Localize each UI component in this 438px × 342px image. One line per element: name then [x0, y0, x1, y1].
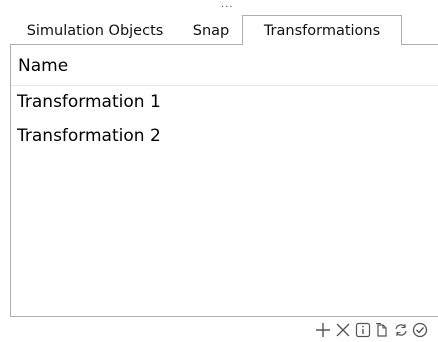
info-icon[interactable]	[354, 321, 372, 339]
list-item[interactable]: Transformation 2	[11, 121, 438, 151]
tab-simulation-objects[interactable]: Simulation Objects	[10, 19, 180, 44]
tab-transformations[interactable]: Transformations	[242, 15, 402, 45]
tab-bar: Simulation Objects Snap Transformations	[10, 15, 438, 45]
delete-icon[interactable]	[334, 321, 352, 339]
add-icon[interactable]	[314, 321, 332, 339]
list-toolbar	[312, 318, 438, 342]
copy-icon[interactable]	[373, 321, 391, 339]
panel-drag-grip[interactable]: ...	[221, 0, 234, 10]
tab-snap[interactable]: Snap	[180, 19, 242, 44]
refresh-icon[interactable]	[392, 321, 410, 339]
transformations-list: Name Transformation 1 Transformation 2	[10, 44, 438, 317]
check-icon[interactable]	[411, 321, 429, 339]
column-header-name[interactable]: Name	[11, 45, 438, 86]
list-item[interactable]: Transformation 1	[11, 87, 438, 117]
